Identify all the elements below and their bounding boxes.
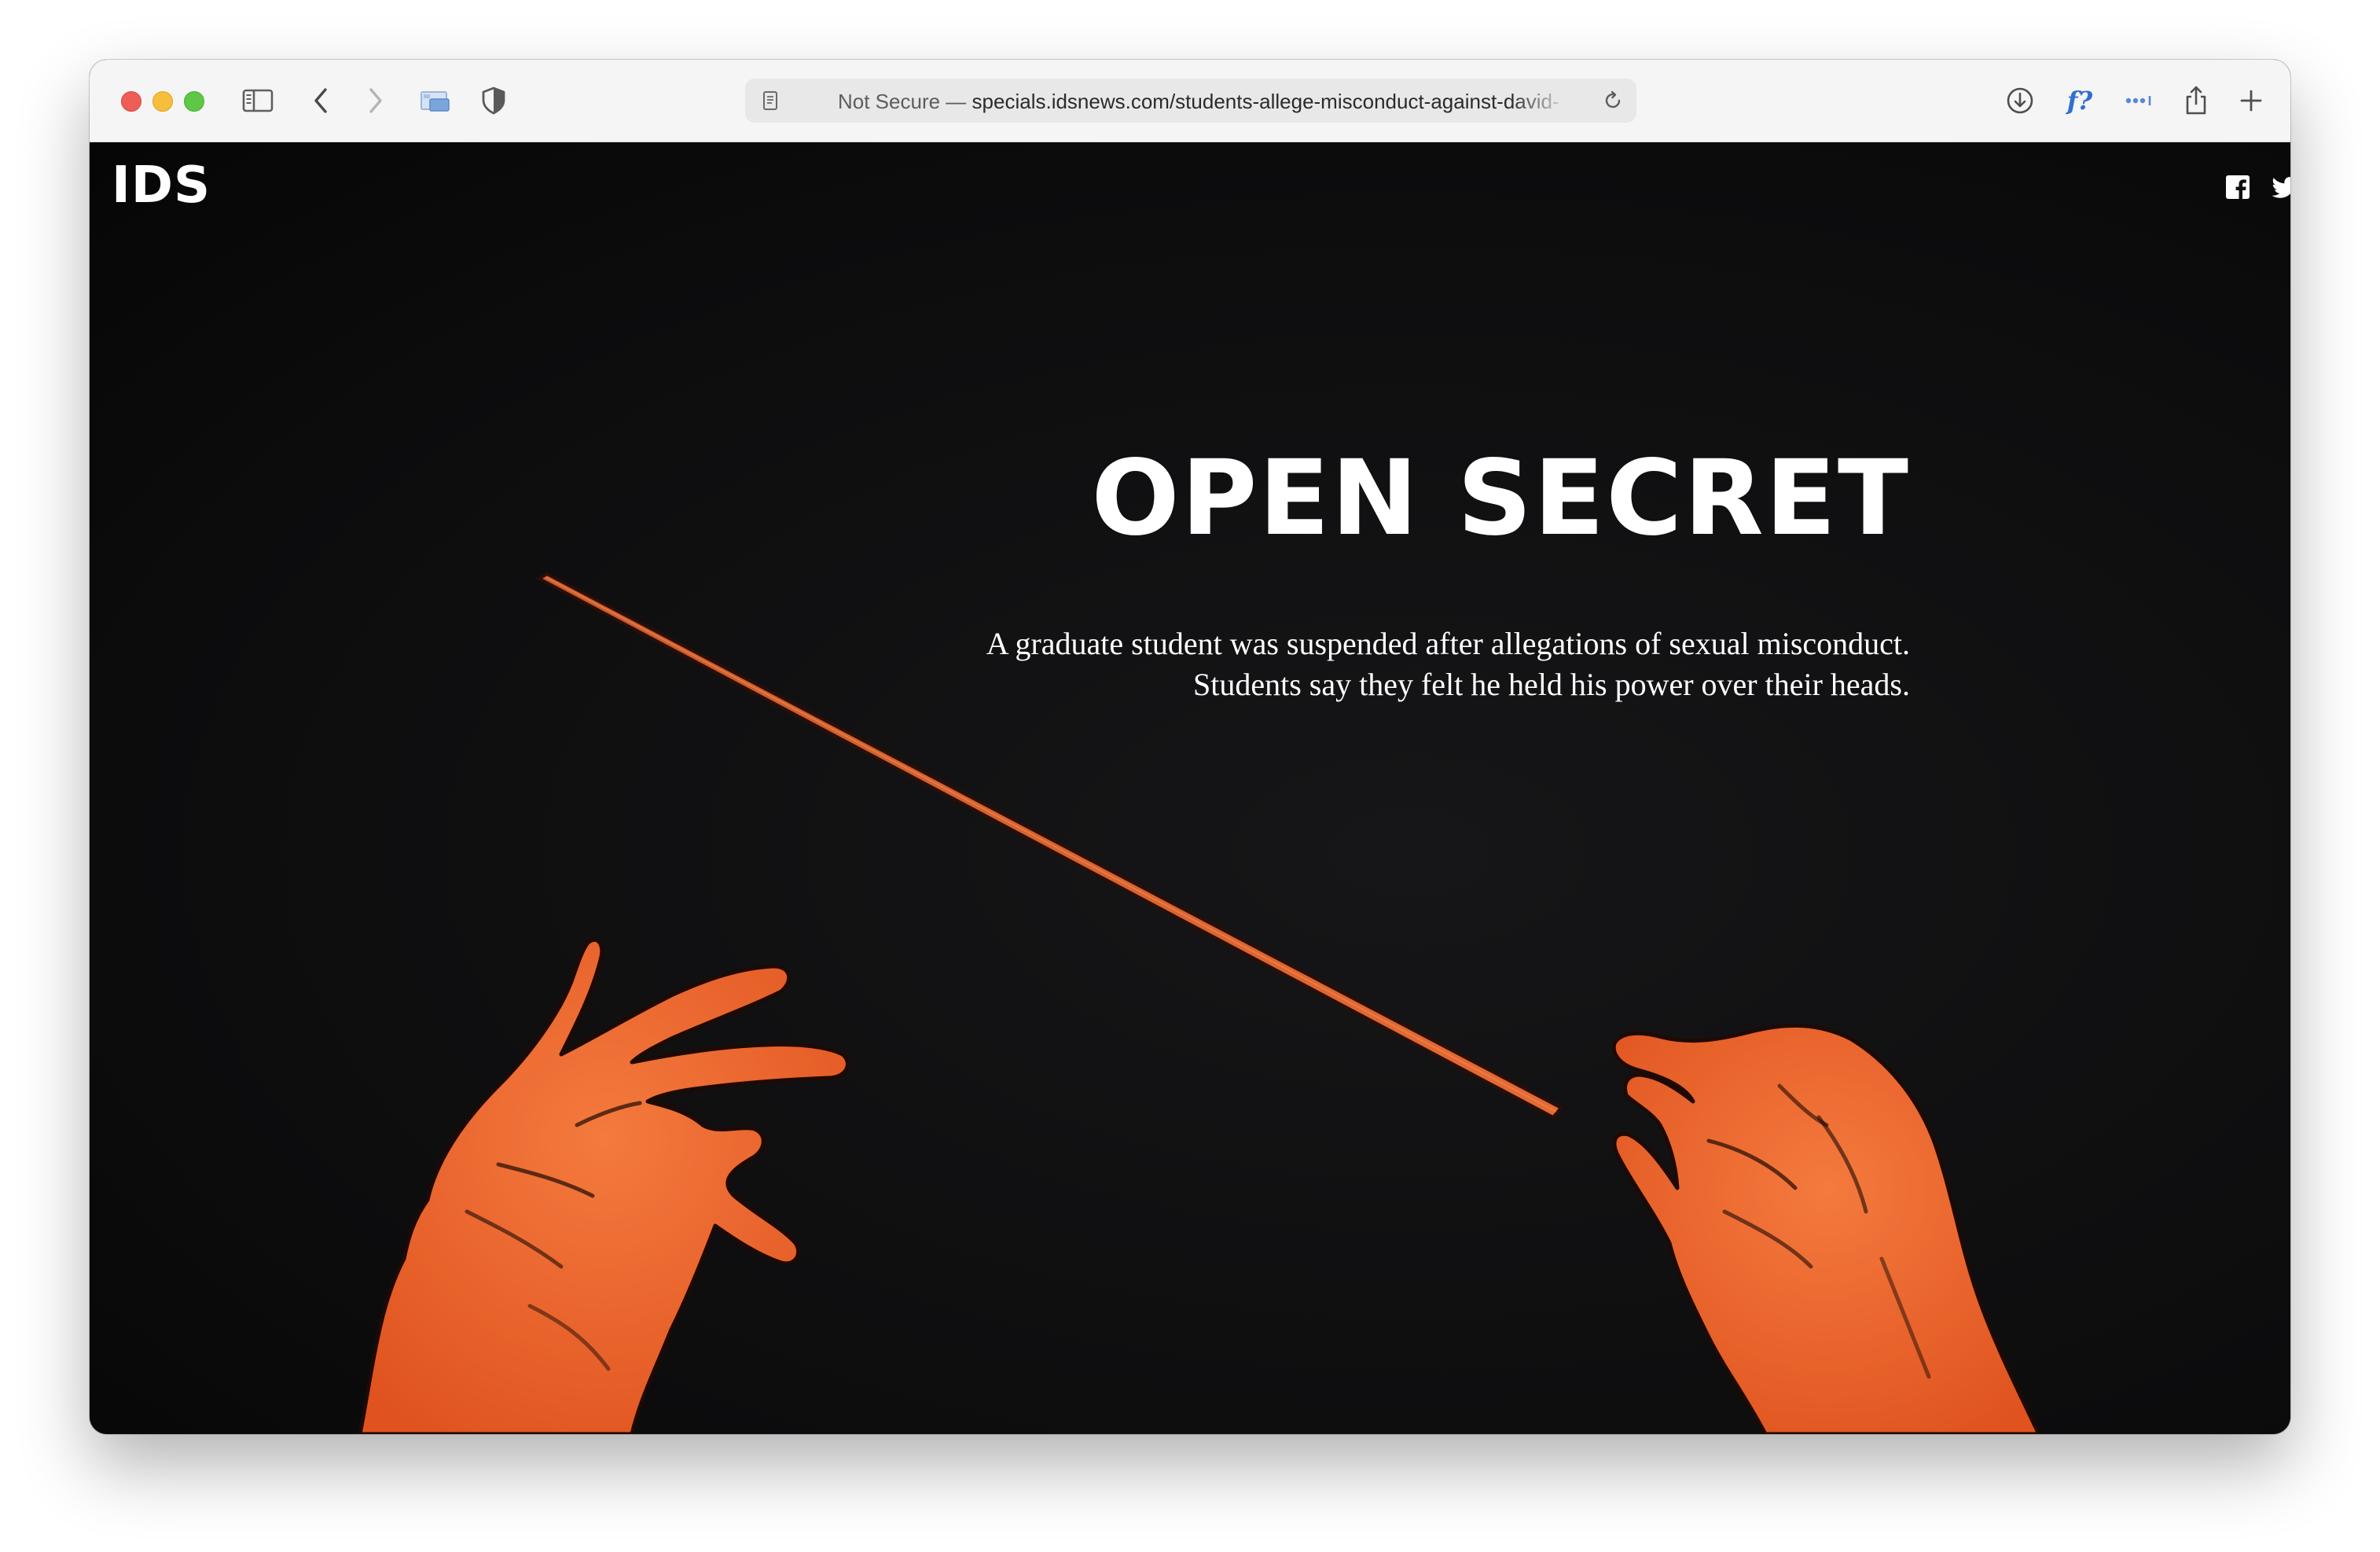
article-headline: OPEN SECRET: [1091, 438, 1910, 559]
not-secure-label: Not Secure —: [838, 90, 967, 113]
article-dek-line-2: Students say they felt he held his power…: [1193, 667, 1910, 702]
new-tab-icon[interactable]: [2232, 82, 2270, 120]
reload-icon[interactable]: [1602, 90, 1624, 112]
twitter-icon[interactable]: [2272, 174, 2290, 200]
share-icon[interactable]: [2177, 82, 2215, 120]
address-bar[interactable]: Not Secure — specials.idsnews.com/studen…: [745, 79, 1636, 123]
font-icon[interactable]: f?: [2061, 82, 2099, 120]
more-icon[interactable]: [2121, 82, 2158, 120]
article-dek: A graduate student was suspended after a…: [810, 623, 1910, 705]
browser-window: Not Secure — specials.idsnews.com/studen…: [90, 60, 2290, 1434]
article-hero: IDS OPEN SECRET A graduate student was s…: [90, 142, 2290, 1434]
article-dek-line-1: A graduate student was suspended after a…: [986, 626, 1910, 661]
privacy-shield-icon[interactable]: [475, 82, 512, 120]
download-icon[interactable]: [2001, 82, 2039, 120]
zoom-window-button[interactable]: [184, 91, 204, 112]
close-window-button[interactable]: [121, 91, 141, 112]
left-hand: [358, 937, 850, 1434]
conductor-hands-illustration: [358, 572, 2041, 1434]
right-hand: [1611, 1023, 2041, 1434]
url-text[interactable]: Not Secure — specials.idsnews.com/studen…: [838, 90, 1569, 113]
browser-toolbar: Not Secure — specials.idsnews.com/studen…: [90, 60, 2290, 142]
url-value: specials.idsnews.com/students-allege-mis…: [971, 90, 1559, 113]
forward-icon[interactable]: [357, 82, 395, 120]
minimize-window-button[interactable]: [152, 91, 173, 112]
facebook-icon[interactable]: [2224, 174, 2251, 200]
sidebar-icon[interactable]: [239, 82, 277, 120]
back-icon[interactable]: [302, 82, 340, 120]
page-icon: [763, 91, 777, 110]
tab-group-icon[interactable]: [417, 82, 454, 120]
ids-logo[interactable]: IDS: [112, 156, 211, 215]
